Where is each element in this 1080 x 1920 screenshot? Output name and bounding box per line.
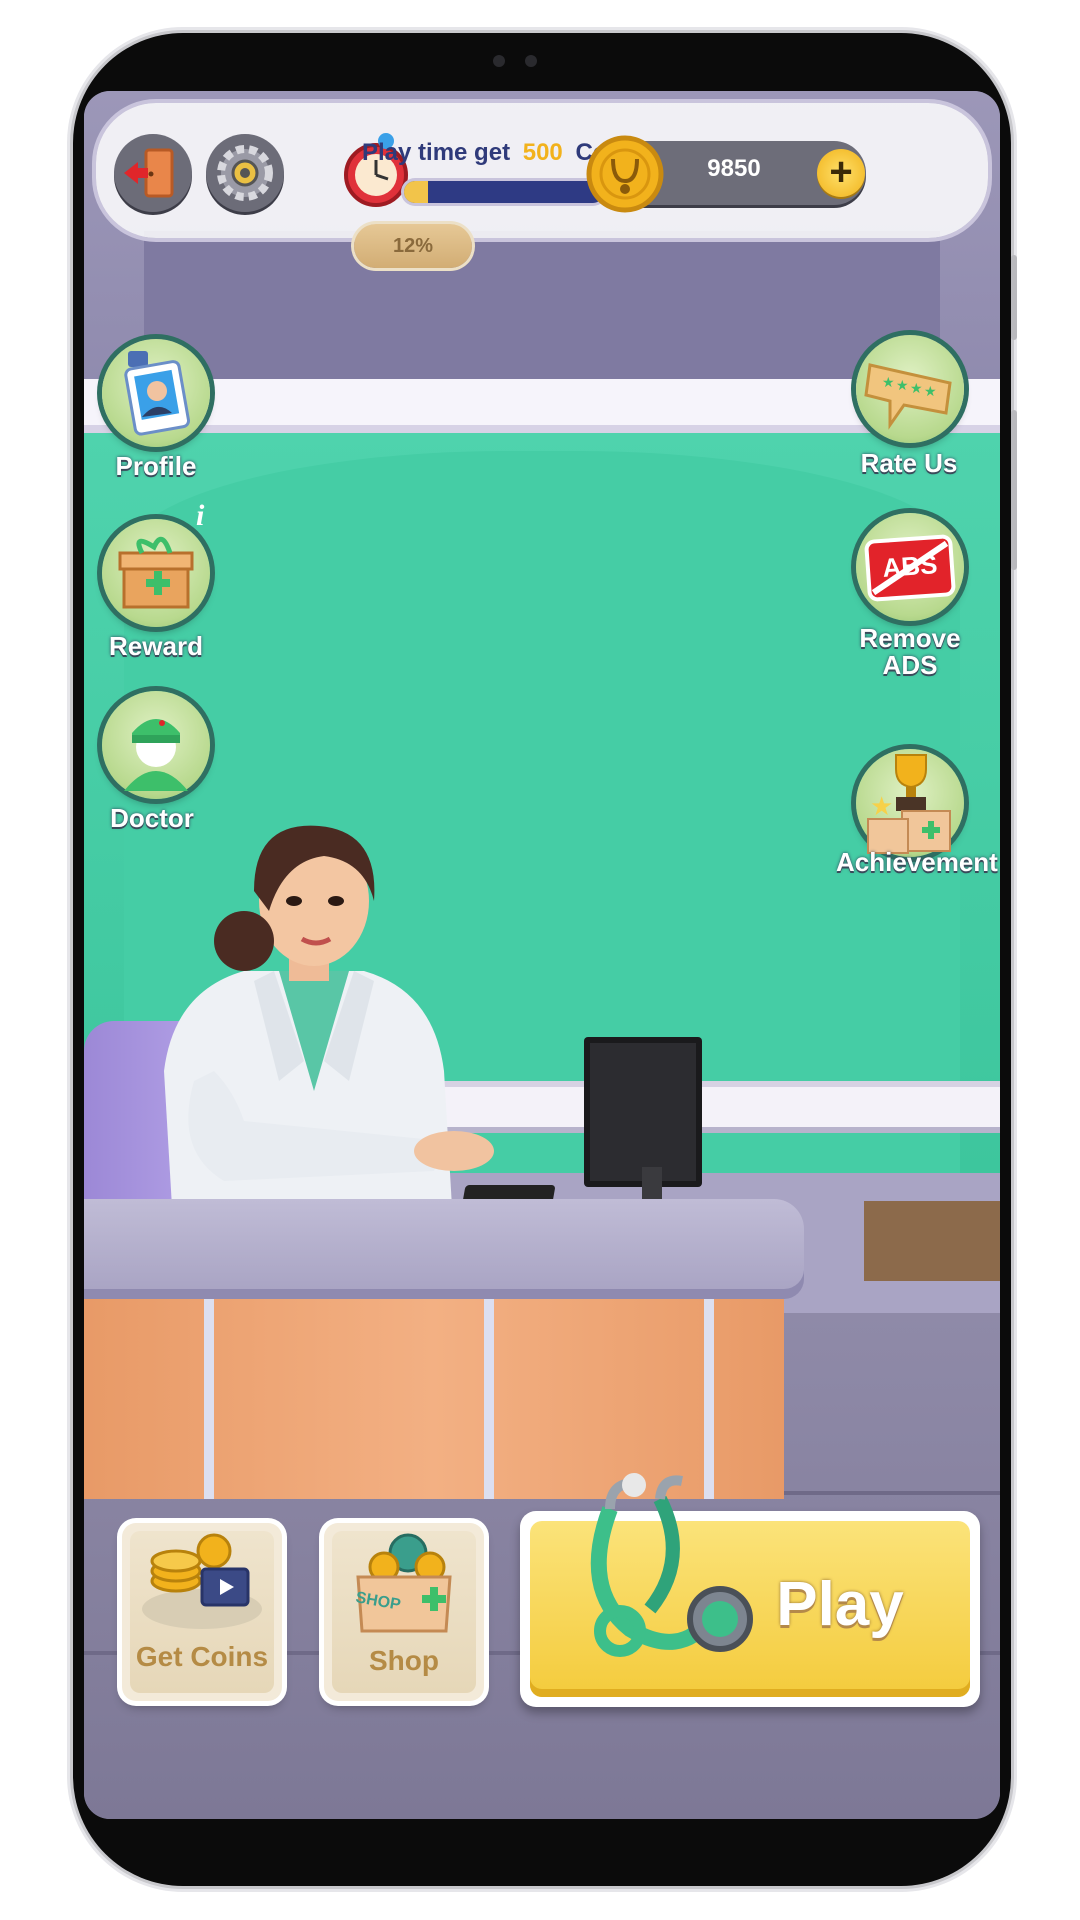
svg-text:★: ★ xyxy=(910,381,923,397)
rate-us-label: Rate Us xyxy=(860,448,958,478)
achievement-label: Achievement xyxy=(836,847,998,877)
exit-door-icon xyxy=(124,148,174,198)
front-camera xyxy=(525,55,537,67)
playtime-progress-fill xyxy=(404,181,428,203)
doctor-button[interactable] xyxy=(102,691,210,799)
desk-pillar xyxy=(204,1299,214,1499)
progress-percent-badge: 12% xyxy=(354,224,472,268)
doctor-avatar-icon xyxy=(124,719,188,791)
svg-text:★: ★ xyxy=(882,375,895,391)
shop-button[interactable]: SHOP Shop xyxy=(324,1523,484,1701)
plus-icon: + xyxy=(829,150,853,194)
no-ads-icon: ABS xyxy=(868,538,952,598)
play-label: Play xyxy=(776,1570,904,1639)
exit-button[interactable] xyxy=(114,134,192,212)
earpiece xyxy=(493,55,505,67)
rate-us-button[interactable]: ★ ★ ★ ★ xyxy=(856,335,964,443)
shop-label: Shop xyxy=(369,1645,439,1676)
playtime-progress-bar xyxy=(404,181,604,203)
coin-stack-video-icon xyxy=(142,1533,262,1629)
playtime-amount: 500 xyxy=(522,139,563,166)
desk-pillar xyxy=(484,1299,494,1499)
get-coins-button[interactable]: Get Coins xyxy=(122,1523,282,1701)
svg-text:★: ★ xyxy=(896,378,909,394)
game-screen: Play time get 500 Coins. 12% 9850 + Prof… xyxy=(84,91,1000,1819)
add-coins-button[interactable]: + xyxy=(817,149,865,197)
side-bench xyxy=(864,1201,1000,1281)
shop-box-icon xyxy=(356,1533,452,1633)
doctor-label: Doctor xyxy=(110,803,194,833)
reception-desk-top xyxy=(84,1199,804,1299)
profile-button[interactable] xyxy=(102,339,210,447)
receptionist-doctor-character xyxy=(164,825,494,1241)
reward-info-badge: i xyxy=(196,499,205,532)
get-coins-label: Get Coins xyxy=(135,1641,269,1672)
remove-ads-button[interactable]: ABS xyxy=(856,513,964,621)
rating-stars-icon: ★ ★ ★ ★ xyxy=(864,363,952,430)
coin-stethoscope-icon xyxy=(586,135,664,213)
reward-button[interactable] xyxy=(102,519,210,627)
volume-button xyxy=(1011,255,1017,340)
svg-text:★: ★ xyxy=(870,792,893,822)
profile-label: Profile xyxy=(115,451,197,481)
play-button[interactable]: Play xyxy=(520,1473,980,1707)
gift-box-icon xyxy=(118,536,194,609)
remove-ads-label: Remove ADS xyxy=(859,623,961,680)
profile-badge-icon xyxy=(124,351,191,436)
power-button xyxy=(1011,410,1017,570)
trophy-icon: ★ xyxy=(867,754,951,854)
reward-label: Reward xyxy=(109,631,203,661)
gear-icon xyxy=(217,145,273,201)
settings-button[interactable] xyxy=(206,134,284,212)
playtime-label: Play time get xyxy=(362,139,511,166)
svg-text:★: ★ xyxy=(924,384,937,400)
coin-balance: 9850 xyxy=(707,155,761,182)
achievement-button[interactable]: ★ xyxy=(856,749,964,857)
